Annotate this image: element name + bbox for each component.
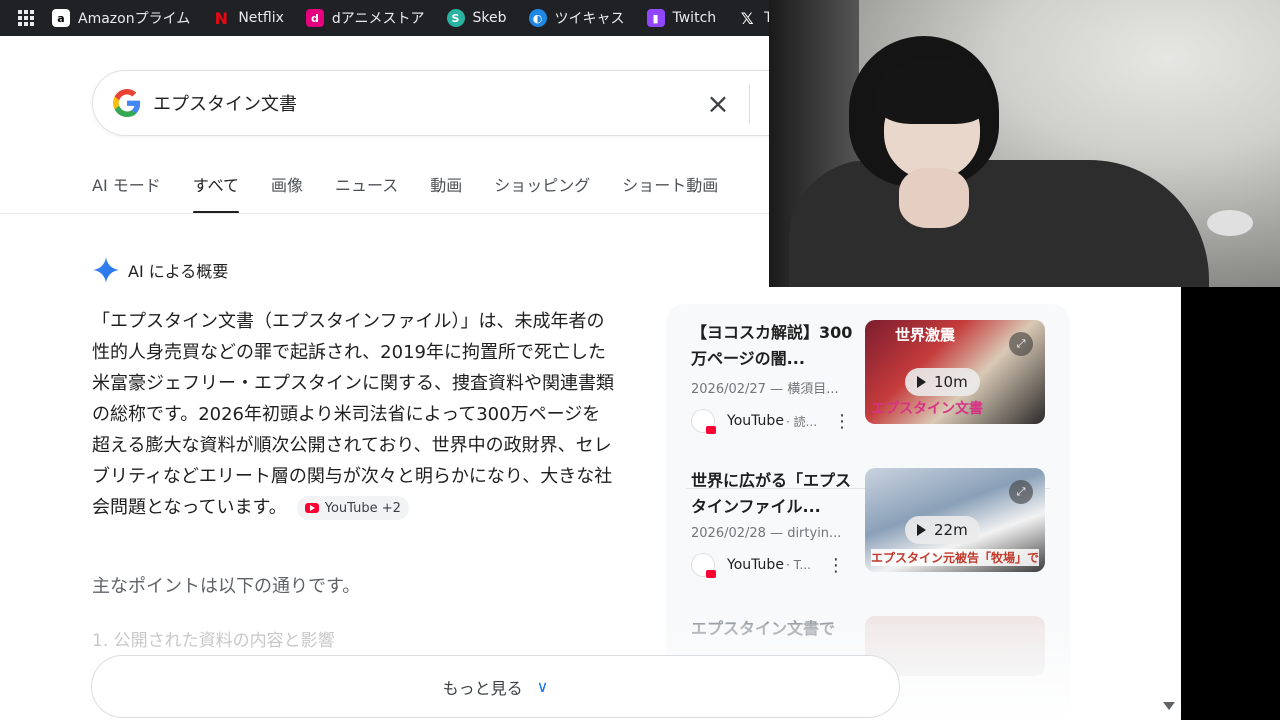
bookmark-amazon[interactable]: a Amazonプライム <box>52 8 190 28</box>
more-options-icon[interactable]: ⋮ <box>827 555 845 576</box>
video-source-rest: · T... <box>785 558 811 572</box>
thumbnail-headline: 世界激震 <box>895 326 956 344</box>
tab-shopping[interactable]: ショッピング <box>494 172 590 214</box>
amazon-icon: a <box>52 9 70 27</box>
webcam-person-body <box>789 160 1209 287</box>
bookmark-label: dアニメストア <box>331 11 425 27</box>
play-icon <box>917 376 926 388</box>
black-margin <box>1181 287 1280 720</box>
webcam-overlay <box>769 0 1280 287</box>
netflix-icon: N <box>214 8 228 28</box>
tab-short-videos[interactable]: ショート動画 <box>622 172 718 214</box>
points-intro: 主なポイントは以下の通りです。 <box>92 576 361 597</box>
tab-news[interactable]: ニュース <box>335 172 398 214</box>
video-date: 2026/02/28 — dirtyin... <box>691 526 842 541</box>
show-more-label: もっと見る <box>442 678 523 698</box>
source-chip-label: YouTube +2 <box>324 500 401 516</box>
bookmark-twitcasting[interactable]: ◐ ツイキャス <box>528 8 625 28</box>
play-icon <box>917 524 926 536</box>
bookmark-label: Amazonプライム <box>78 11 191 27</box>
scroll-down-arrow-icon[interactable] <box>1163 702 1175 710</box>
bookmark-danime[interactable]: d dアニメストア <box>305 8 425 28</box>
webcam-person-fringe <box>877 60 989 124</box>
video-source-name: YouTube <box>727 413 784 429</box>
duration-badge: 22m <box>905 516 980 544</box>
bookmark-netflix[interactable]: N Netflix <box>212 8 284 28</box>
faded-list-item: 1. 公開された資料の内容と影響 <box>92 631 335 651</box>
gemini-sparkle-icon <box>93 257 119 283</box>
search-query-text[interactable]: エプスタイン文書 <box>153 90 851 116</box>
bookmark-twitch[interactable]: ▮ Twitch <box>646 9 717 27</box>
youtube-icon <box>304 503 319 513</box>
video-thumbnail[interactable]: 世界激震 ⤢ 10m エプスタイン文書 <box>865 320 1045 424</box>
x-icon: 𝕏 <box>740 8 754 28</box>
tab-videos[interactable]: 動画 <box>430 172 462 214</box>
source-chip[interactable]: YouTube +2 <box>296 496 409 520</box>
video-title[interactable]: 【ヨコスカ解説】300万ページの闇... <box>691 320 853 372</box>
tab-images[interactable]: 画像 <box>271 172 303 214</box>
tab-ai-mode[interactable]: AI モード <box>92 172 161 214</box>
duration-text: 10m <box>934 373 968 391</box>
channel-avatar-icon <box>691 553 716 578</box>
chevron-down-icon: ∨ <box>536 677 549 696</box>
video-source-rest: · 読... <box>785 414 818 429</box>
video-card[interactable]: 世界に広がる「エプスタインファイル... 2026/02/28 — dirtyi… <box>691 468 1061 578</box>
duration-text: 22m <box>934 521 968 539</box>
clear-search-icon[interactable]: × <box>703 89 733 119</box>
apps-grid-icon[interactable] <box>0 0 52 36</box>
channel-avatar-icon <box>691 409 716 434</box>
search-box[interactable]: エプスタイン文書 × <box>92 70 852 136</box>
ai-overview-text: 「エプスタイン文書（エプスタインファイル）」は、未成年者の性的人身売買などの罪で… <box>92 311 614 518</box>
ai-overview-header: AI による概要 <box>92 256 228 284</box>
video-thumbnail[interactable]: ⤢ 22m エプスタイン元被告「牧場」で何か <box>865 468 1045 572</box>
tab-all[interactable]: すべて <box>192 172 240 214</box>
video-title[interactable]: 世界に広がる「エプスタインファイル... <box>691 468 853 520</box>
search-box-divider <box>749 85 750 123</box>
thumbnail-caption: エプスタイン文書 <box>871 401 983 417</box>
google-logo-icon <box>113 89 141 117</box>
duration-badge: 10m <box>905 368 980 396</box>
twitcasting-icon: ◐ <box>528 9 547 27</box>
webcam-mouse <box>1207 210 1253 236</box>
bookmark-label: Twitch <box>672 10 717 26</box>
skeb-icon: S <box>446 9 465 27</box>
twitch-icon: ▮ <box>646 9 665 27</box>
ai-overview-title: AI による概要 <box>128 262 229 281</box>
search-tabs: AI モード すべて 画像 ニュース 動画 ショッピング ショート動画 <box>92 172 750 214</box>
show-more-button[interactable]: もっと見る ∨ <box>91 655 900 718</box>
more-options-icon[interactable]: ⋮ <box>833 411 851 432</box>
thumbnail-caption: エプスタイン元被告「牧場」で何か <box>871 549 1039 566</box>
expand-icon[interactable]: ⤢ <box>1009 332 1033 356</box>
video-date: 2026/02/27 — 横須目... <box>691 382 839 397</box>
bookmark-skeb[interactable]: S Skeb <box>446 9 507 27</box>
expand-icon[interactable]: ⤢ <box>1009 480 1033 504</box>
webcam-person-hand <box>899 168 969 228</box>
bookmark-label: Netflix <box>238 10 284 26</box>
bookmark-label: ツイキャス <box>554 11 625 27</box>
ai-overview-body: 「エプスタイン文書（エプスタインファイル）」は、未成年者の性的人身売買などの罪で… <box>92 306 618 523</box>
bookmark-label: Skeb <box>472 10 507 26</box>
video-card[interactable]: 【ヨコスカ解説】300万ページの闇... 2026/02/27 — 横須目...… <box>691 320 1061 434</box>
video-source-name: YouTube <box>727 557 784 573</box>
danime-icon: d <box>305 9 324 27</box>
